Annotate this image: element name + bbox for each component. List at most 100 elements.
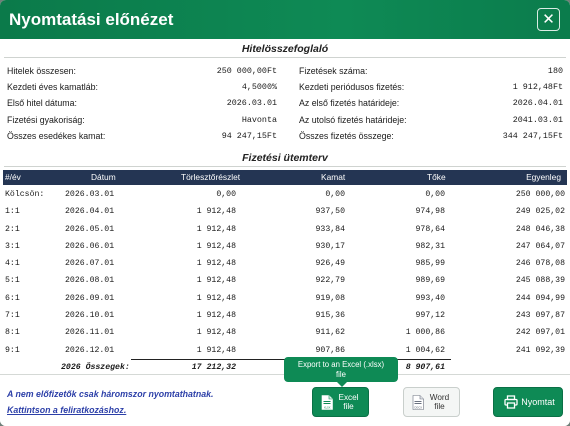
table-cell: 974,98 [415,207,445,217]
table-cell: 244 094,99 [515,293,565,303]
schedule-table-body: Kölcsön: 2026.03.01 0,00 0,00 0,00 250 000,00… [3,186,567,374]
export-excel-label: Excel file [338,392,359,411]
table-cell: Kölcsön: [5,190,45,199]
export-word-label: Word file [429,392,450,411]
summary-divider [4,57,566,58]
column-header: Tőke [427,172,446,182]
table-cell: 249 025,02 [515,207,565,217]
table-cell: 926,49 [315,259,345,269]
schedule-title: Fizetési ütemterv [242,152,328,164]
table-cell: 2026.06.01 [65,241,115,251]
summary-value: 94 247,15Ft [221,130,277,141]
table-cell: 1 912,48 [196,207,236,217]
table-cell: 982,31 [415,241,445,251]
print-button[interactable]: Nyomtat [493,387,563,417]
table-cell: 7:1 [5,311,20,321]
table-cell: 248 046,38 [515,224,565,234]
printer-icon [504,395,518,409]
table-cell: 2026.12.01 [65,345,115,355]
summary-value: 2026.04.01 [512,98,563,109]
summary-label: Összes fizetés összege: [299,130,394,141]
table-cell: 5:1 [5,276,20,286]
table-cell: 3:1 [5,241,20,251]
table-cell: 1 912,48 [196,241,236,251]
table-cell: 1 000,86 [405,328,445,338]
summary-row: Kezdeti éves kamatláb: 4,5000% Kezdeti per… [7,80,563,96]
summary-value: 344 247,15Ft [502,130,563,141]
close-button[interactable]: ✕ [537,8,560,31]
table-cell: 8:1 [5,328,20,338]
table-cell: 4:1 [5,259,20,269]
column-header: Egyenleg [526,172,561,182]
summary-label: Összes esedékes kamat: [7,130,106,141]
summary-row: Fizetési gyakoriság: Havonta Az utolsó fiz… [7,113,563,129]
table-cell: 985,99 [415,259,445,269]
table-row: 7:1 2026.10.01 1 912,48 915,36 997,12 243 097… [3,307,567,324]
summary-label: Fizetési gyakoriság: [7,114,85,125]
table-cell: 915,36 [315,311,345,321]
summary-label: Az utolsó fizetés határideje: [299,114,407,125]
table-cell: 2026.04.01 [65,207,115,217]
print-preview-modal: Nyomtatási előnézet ✕ Hitelösszefoglaló … [0,0,570,426]
table-row: 2:1 2026.05.01 1 912,48 933,84 978,64 248 046… [3,221,567,238]
totals-cell: 17 212,32 [191,362,236,372]
table-row: 1:1 2026.04.01 1 912,48 937,50 974,98 249 025… [3,203,567,220]
table-cell: 0,00 [216,190,236,199]
column-header: Dátum [91,172,116,182]
docx-icon-text: DOCX [414,405,422,409]
summary-value: 2026.03.01 [226,98,277,109]
table-cell: 1 912,48 [196,259,236,269]
summary-label: Első hitel dátuma: [7,98,77,109]
table-cell: 997,12 [415,311,445,321]
table-cell: 2026.08.01 [65,276,115,286]
schedule-divider [4,166,566,167]
table-cell: 1 912,48 [196,328,236,338]
summary-value: 4,5000% [241,82,277,93]
subscription-notice: A nem előfizetők csak háromszor nyomtath… [7,389,214,399]
table-cell: 1 004,62 [405,345,445,355]
export-excel-button[interactable]: XLSX Excel file [312,387,369,417]
summary-value: 180 [547,66,563,76]
table-cell: 0,00 [425,190,445,199]
preview-content[interactable]: Hitelösszefoglaló Hitelek összesen: 250 0… [0,39,570,374]
export-word-button[interactable]: DOCX Word file [403,387,460,417]
xlsx-icon-text: XLSX [324,405,331,409]
modal-header: Nyomtatási előnézet ✕ [0,0,570,39]
table-cell: 2026.03.01 [65,190,115,199]
table-cell: 937,50 [315,207,345,217]
table-row: 8:1 2026.11.01 1 912,48 911,62 1 000,86 242 0… [3,324,567,341]
table-cell: 2:1 [5,224,20,234]
table-cell: 922,79 [315,276,345,286]
table-cell: 2026.07.01 [65,259,115,269]
table-row: 4:1 2026.07.01 1 912,48 926,49 985,99 246 078… [3,255,567,272]
excel-export-tooltip: Export to an Excel (.xlsx) file [284,357,398,382]
column-header: #/év [5,172,21,182]
table-cell: 1 912,48 [196,293,236,303]
tooltip-text: Export to an Excel (.xlsx) file [297,360,385,379]
table-cell: 246 078,08 [515,259,565,269]
table-cell: 911,62 [315,328,345,338]
summary-label: Hitelek összesen: [7,66,76,76]
column-header: Törlesztőrészlet [181,172,241,182]
table-cell: 1 912,48 [196,345,236,355]
summary-label: Kezdeti periódusos fizetés: [299,82,405,93]
summary-label: Kezdeti éves kamatláb: [7,82,98,93]
table-row: 3:1 2026.06.01 1 912,48 930,17 982,31 247 064… [3,238,567,255]
table-cell: 242 097,01 [515,328,565,338]
close-icon: ✕ [542,11,555,28]
table-cell: 907,86 [315,345,345,355]
table-cell: 245 088,39 [515,276,565,286]
table-cell: 0,00 [325,190,345,199]
table-cell: 6:1 [5,293,20,303]
summary-row: Összes esedékes kamat: 94 247,15Ft Összes … [7,129,563,145]
summary-value: Havonta [241,114,277,125]
summary-value: 1 912,48Ft [512,82,563,93]
xlsx-file-icon: XLSX [321,394,333,410]
summary-row: Hitelek összesen: 250 000,00Ft Fizetések s… [7,64,563,80]
table-cell: 243 097,87 [515,311,565,321]
table-row: Kölcsön: 2026.03.01 0,00 0,00 0,00 250 000,00 [3,186,567,203]
table-row: 9:1 2026.12.01 1 912,48 907,86 1 004,62 241 0… [3,342,567,359]
summary-label: Fizetések száma: [299,66,368,76]
table-cell: 930,17 [315,241,345,251]
subscribe-link[interactable]: Kattintson a feliratkozáshoz. [7,405,126,415]
